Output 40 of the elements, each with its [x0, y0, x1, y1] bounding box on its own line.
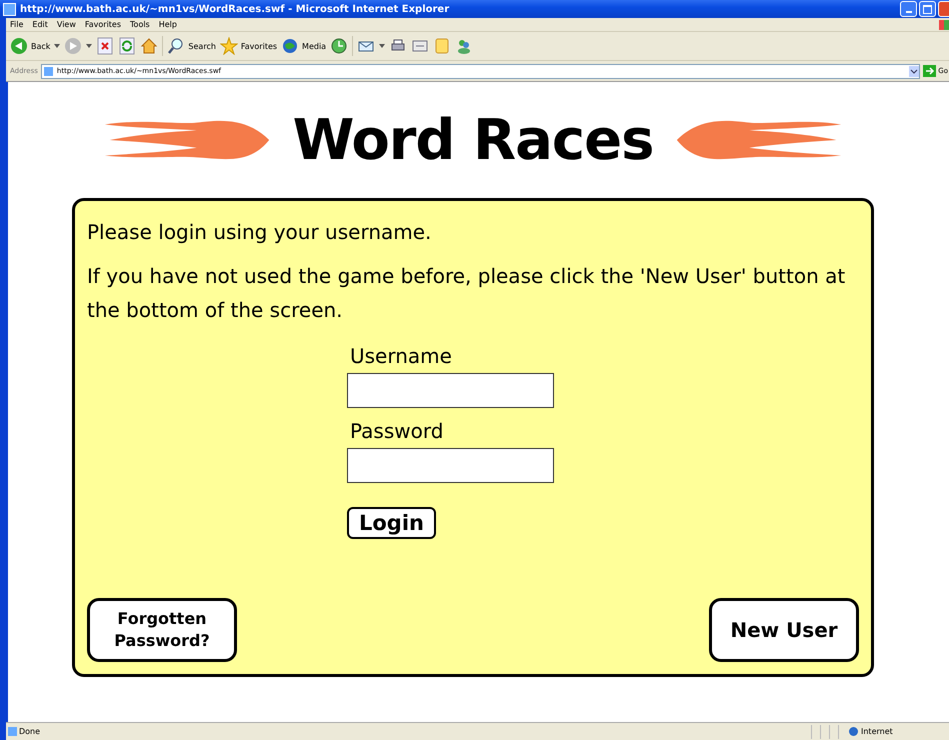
- caret-icon: [54, 44, 60, 48]
- menu-item[interactable]: File: [10, 20, 24, 29]
- menu-item[interactable]: Edit: [32, 20, 48, 29]
- username-field[interactable]: [347, 373, 554, 408]
- dropdown-icon[interactable]: [909, 66, 920, 76]
- history-icon[interactable]: [330, 37, 348, 55]
- window-title: http://www.bath.ac.uk/~mn1vs/WordRaces.swf - Microsoft Internet Explorer: [20, 4, 450, 14]
- status-text: Done: [6, 727, 811, 736]
- home-icon[interactable]: [140, 37, 158, 55]
- forgotten-password-button[interactable]: Forgotten Password?: [87, 598, 237, 662]
- arrow-icon: [923, 65, 936, 77]
- login-button[interactable]: Login: [347, 507, 436, 539]
- username-label: Username: [350, 343, 452, 370]
- help-text: If you have not used the game before, please click the 'New User' button at the bottom of the screen.: [87, 263, 846, 324]
- menu-item[interactable]: Help: [158, 20, 177, 29]
- star-icon: [220, 37, 238, 55]
- menu-item[interactable]: Favorites: [84, 20, 122, 29]
- media-button[interactable]: Media: [281, 37, 326, 55]
- game-title: Word Races: [292, 108, 654, 172]
- windows-flag-icon: [939, 20, 949, 30]
- page-icon: [44, 66, 53, 76]
- globe-icon: [281, 37, 300, 55]
- password-label: Password: [350, 418, 444, 445]
- intro-text: Please login using your username.: [87, 219, 432, 246]
- caret-icon: [86, 44, 92, 48]
- favorites-button[interactable]: Favorites: [220, 37, 278, 55]
- browser-icon: [3, 2, 16, 16]
- caret-icon: [379, 44, 386, 48]
- menu-item[interactable]: View: [56, 20, 76, 29]
- search-button[interactable]: Search: [167, 37, 216, 55]
- stop-icon[interactable]: [96, 37, 114, 55]
- refresh-icon[interactable]: [118, 37, 136, 55]
- search-icon: [167, 37, 186, 55]
- internet-zone: Internet: [838, 724, 949, 738]
- maximize-button[interactable]: [919, 1, 936, 17]
- password-field[interactable]: [347, 448, 554, 483]
- new-user-button[interactable]: New User: [709, 598, 859, 662]
- menu-item[interactable]: Tools: [130, 20, 150, 29]
- minimize-button[interactable]: [900, 1, 917, 17]
- back-button[interactable]: Back: [10, 37, 50, 55]
